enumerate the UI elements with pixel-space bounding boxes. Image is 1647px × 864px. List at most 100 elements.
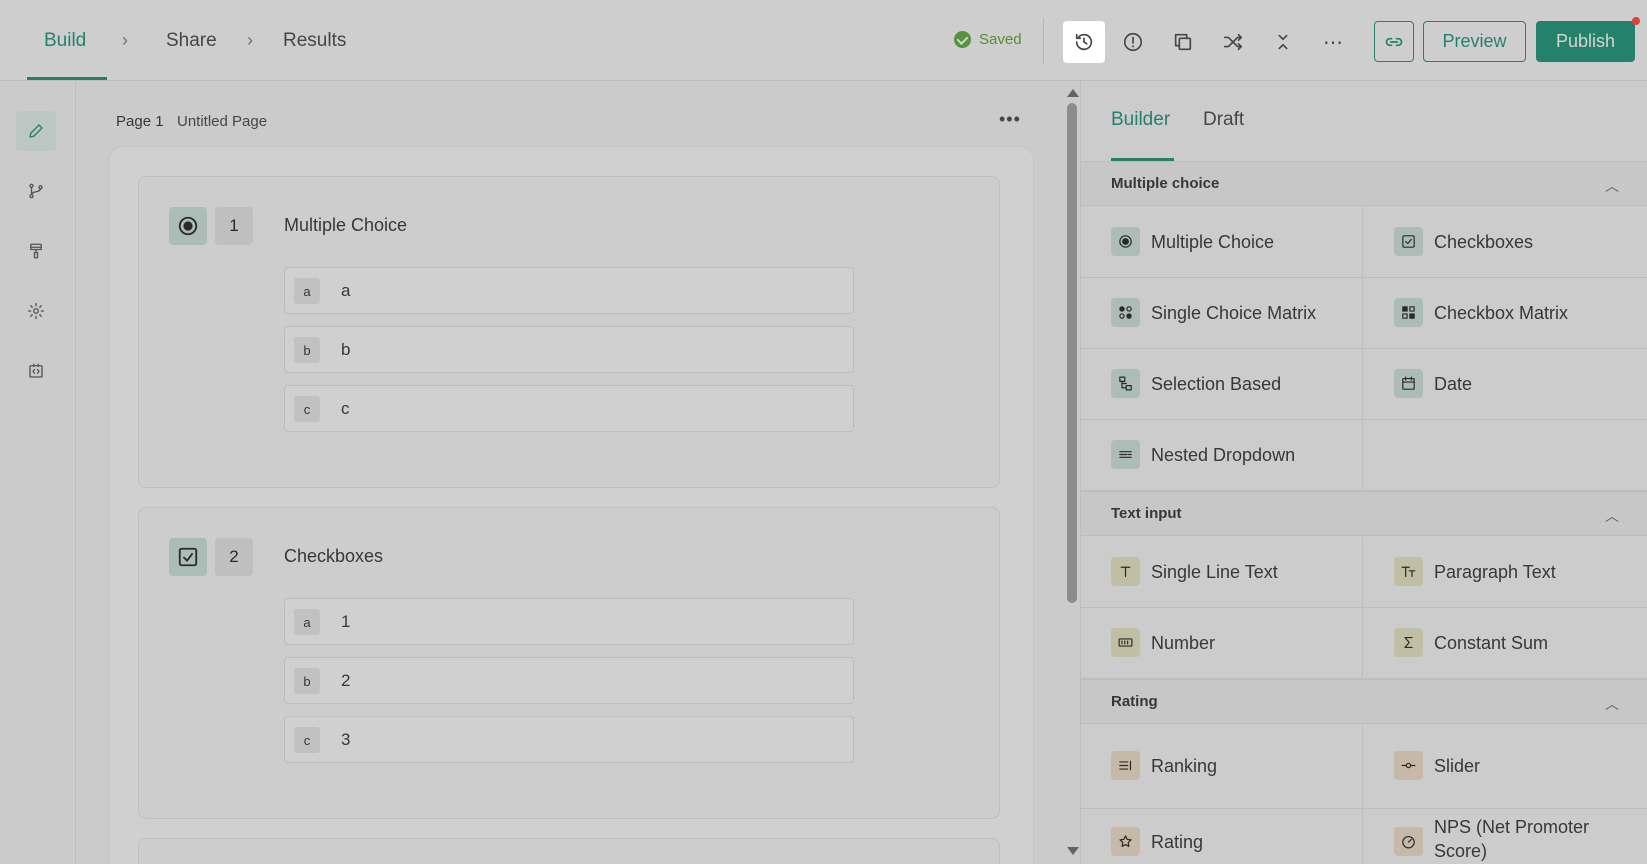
option-value[interactable]: 2 [341,671,350,691]
option-row[interactable]: b 2 [284,657,854,704]
item-label: Rating [1151,832,1204,852]
section-header-rating[interactable]: Rating ︿ [1081,679,1647,724]
rail-logic[interactable] [16,171,56,211]
saved-label: Saved [979,31,1022,48]
item-single-line-text[interactable]: Single Line Text [1081,537,1363,608]
text-t-icon [1111,557,1140,586]
notification-dot [1632,17,1640,25]
number-field-icon [1111,628,1140,657]
item-label: NPS (Net Promoter Score) [1434,817,1590,861]
publish-button[interactable]: Publish [1536,21,1635,62]
section-label: Text input [1111,505,1182,522]
item-nps[interactable]: NPS (Net Promoter Score) [1364,809,1647,864]
copy-icon[interactable] [1162,21,1204,63]
scroll-thumb[interactable] [1067,103,1077,603]
rail-edit[interactable] [16,111,56,151]
nav-build[interactable]: Build [44,0,86,81]
option-value[interactable]: a [341,281,350,301]
item-label: Paragraph Text [1434,562,1556,582]
item-paragraph-text[interactable]: Paragraph Text [1364,537,1647,608]
history-icon[interactable] [1063,21,1105,63]
item-checkboxes[interactable]: Checkboxes [1364,207,1647,278]
scroll-down-icon[interactable] [1067,847,1079,855]
item-slider[interactable]: Slider [1364,725,1647,809]
canvas-scrollbar[interactable] [1063,81,1080,864]
chevron-up-icon[interactable]: ︿ [1605,694,1619,714]
option-value[interactable]: 1 [341,612,350,632]
page-more-icon[interactable]: ••• [999,110,1021,128]
left-rail [0,81,76,864]
option-row[interactable]: c 3 [284,716,854,763]
dropdown-list-icon [1111,440,1140,469]
question-title[interactable]: Multiple Choice [284,215,407,236]
question-title[interactable]: Checkboxes [284,546,383,567]
question-card[interactable]: 2 Checkboxes a 1 b 2 c 3 [138,507,1000,819]
option-row[interactable]: c c [284,385,854,432]
ranking-icon [1111,751,1140,780]
form-canvas: Page 1 Untitled Page ••• 1 Multiple Choi… [77,81,1062,864]
item-date[interactable]: Date [1364,349,1647,420]
saved-status: Saved [954,31,1022,48]
item-empty [1364,420,1647,491]
star-icon [1111,827,1140,856]
item-multiple-choice[interactable]: Multiple Choice [1081,207,1363,278]
paint-roller-icon [30,243,42,259]
item-checkbox-matrix[interactable]: Checkbox Matrix [1364,278,1647,349]
collapse-icon[interactable] [1262,21,1304,63]
item-constant-sum[interactable]: Constant Sum [1364,608,1647,679]
item-ranking[interactable]: Ranking [1081,725,1363,809]
tab-draft[interactable]: Draft [1203,109,1244,131]
warning-icon[interactable] [1112,21,1154,63]
item-label: Multiple Choice [1151,232,1275,252]
option-key: a [294,278,320,304]
checkbox-icon [169,538,207,576]
radio-icon [169,207,207,245]
item-label: Nested Dropdown [1151,445,1296,465]
link-button[interactable] [1374,21,1414,62]
branch-icon [29,183,43,199]
nav-results[interactable]: Results [283,0,346,81]
chevron-right-icon: › [247,30,253,50]
rail-embed[interactable] [16,351,56,391]
item-number[interactable]: Number [1081,608,1363,679]
text-size-icon [1394,557,1423,586]
option-key: b [294,337,320,363]
code-icon [29,363,43,378]
page-name[interactable]: Untitled Page [177,113,267,130]
option-row[interactable]: a a [284,267,854,314]
more-icon[interactable]: ⋯ [1312,21,1354,63]
shuffle-icon[interactable] [1212,21,1254,63]
item-rating[interactable]: Rating [1081,809,1363,864]
option-value[interactable]: b [341,340,350,360]
section-header-multiple-choice[interactable]: Multiple choice ︿ [1081,161,1647,206]
section-label: Multiple choice [1111,175,1220,192]
option-row[interactable]: a 1 [284,598,854,645]
option-value[interactable]: c [341,399,350,419]
item-selection-based[interactable]: Selection Based [1081,349,1363,420]
item-label: Single Choice Matrix [1151,303,1317,323]
section-label: Rating [1111,693,1158,710]
item-single-choice-matrix[interactable]: Single Choice Matrix [1081,278,1363,349]
nav-share[interactable]: Share [166,0,217,81]
item-label: Date [1434,374,1473,394]
option-value[interactable]: 3 [341,730,350,750]
chevron-up-icon[interactable]: ︿ [1605,176,1619,196]
option-row[interactable]: b b [284,326,854,373]
chevron-right-icon: › [122,30,128,50]
toolbar-divider [1043,18,1044,64]
section-header-text-input[interactable]: Text input ︿ [1081,491,1647,536]
question-number: 1 [215,207,253,245]
sigma-icon [1394,628,1423,657]
rail-design[interactable] [16,231,56,271]
pencil-icon [29,124,43,138]
item-nested-dropdown[interactable]: Nested Dropdown [1081,420,1363,491]
rail-settings[interactable] [16,291,56,331]
tab-builder[interactable]: Builder [1111,109,1170,131]
question-card[interactable] [138,838,1000,864]
matrix-icon [1394,298,1423,327]
preview-button[interactable]: Preview [1423,21,1526,62]
gear-icon [27,302,45,320]
chevron-up-icon[interactable]: ︿ [1605,506,1619,526]
scroll-up-icon[interactable] [1067,89,1079,97]
question-card[interactable]: 1 Multiple Choice a a b b c c [138,176,1000,488]
